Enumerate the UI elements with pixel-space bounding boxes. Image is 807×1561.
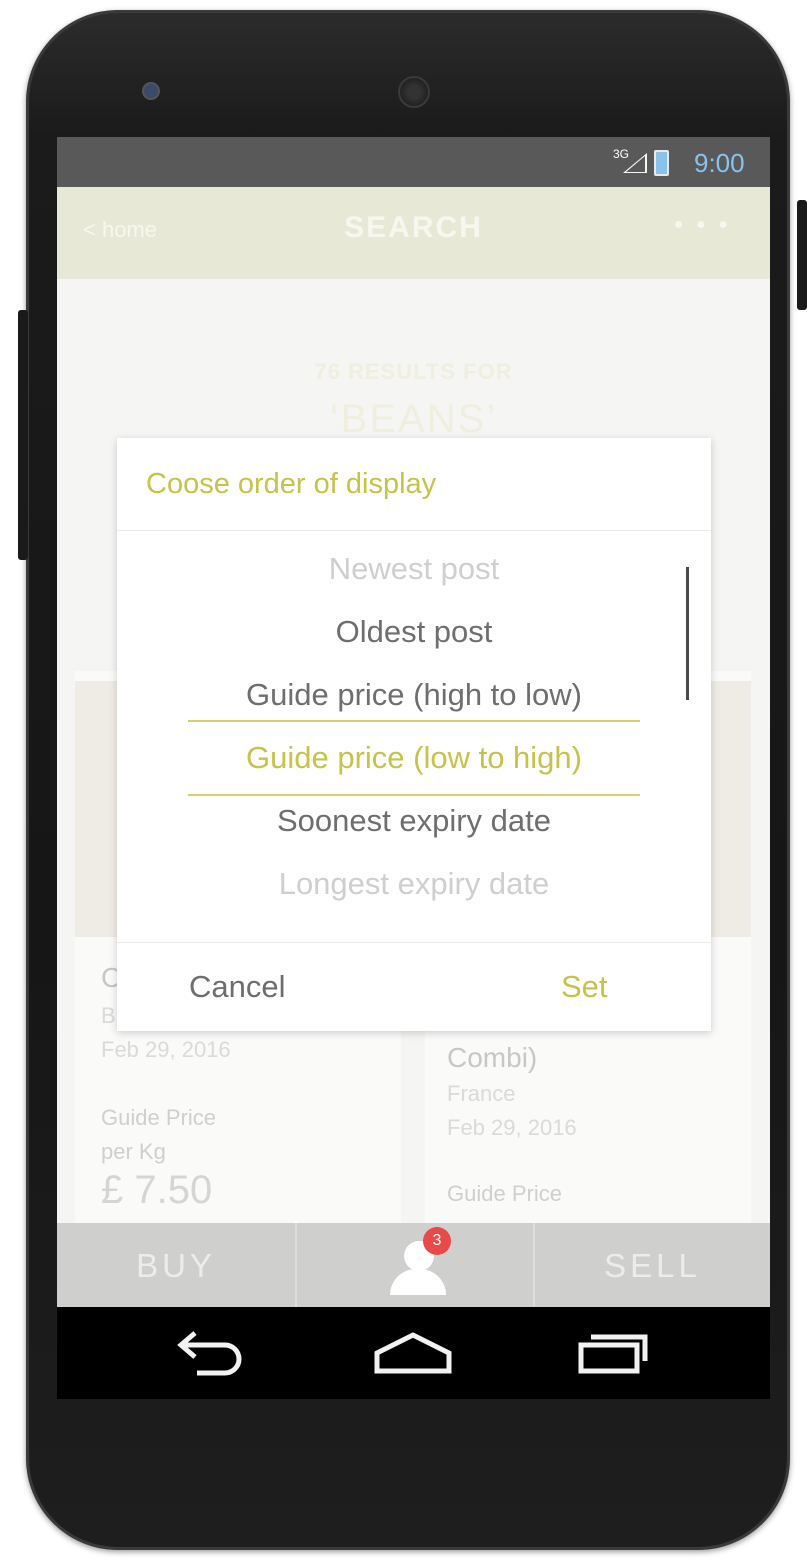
option-longest-expiry[interactable]: Longest expiry date xyxy=(117,866,711,902)
recent-apps-icon[interactable] xyxy=(577,1331,651,1375)
option-oldest-post[interactable]: Oldest post xyxy=(117,614,711,650)
bottom-nav: BUY 3 SELL xyxy=(57,1223,770,1307)
screen: 3G 9:00 < home SEARCH • • • 76 RESULTS F… xyxy=(57,137,770,1399)
selection-line-bottom xyxy=(188,794,640,796)
sort-order-dialog: Coose order of display Newest post Oldes… xyxy=(117,438,711,1031)
front-camera-icon xyxy=(398,76,430,108)
option-price-low-to-high[interactable]: Guide price (low to high) xyxy=(117,740,711,776)
profile-tab[interactable]: 3 xyxy=(297,1223,533,1307)
divider xyxy=(117,530,711,531)
divider xyxy=(117,942,711,943)
picker-scrollbar[interactable] xyxy=(686,567,689,700)
front-sensor-icon xyxy=(142,82,160,100)
cancel-button[interactable]: Cancel xyxy=(189,969,286,1005)
option-newest-post[interactable]: Newest post xyxy=(117,551,711,587)
home-icon[interactable] xyxy=(373,1331,453,1375)
option-soonest-expiry[interactable]: Soonest expiry date xyxy=(117,803,711,839)
dialog-title: Coose order of display xyxy=(146,468,437,500)
notification-badge: 3 xyxy=(423,1227,451,1255)
user-icon-body xyxy=(390,1269,446,1295)
buy-tab[interactable]: BUY xyxy=(57,1247,295,1285)
volume-button xyxy=(18,310,28,560)
power-button xyxy=(797,200,807,310)
set-button[interactable]: Set xyxy=(561,969,608,1005)
back-arrow-icon[interactable] xyxy=(175,1329,245,1377)
selection-line-top xyxy=(188,720,640,722)
option-price-high-to-low[interactable]: Guide price (high to low) xyxy=(117,677,711,713)
system-nav-bar xyxy=(57,1307,770,1399)
sell-tab[interactable]: SELL xyxy=(535,1247,770,1285)
